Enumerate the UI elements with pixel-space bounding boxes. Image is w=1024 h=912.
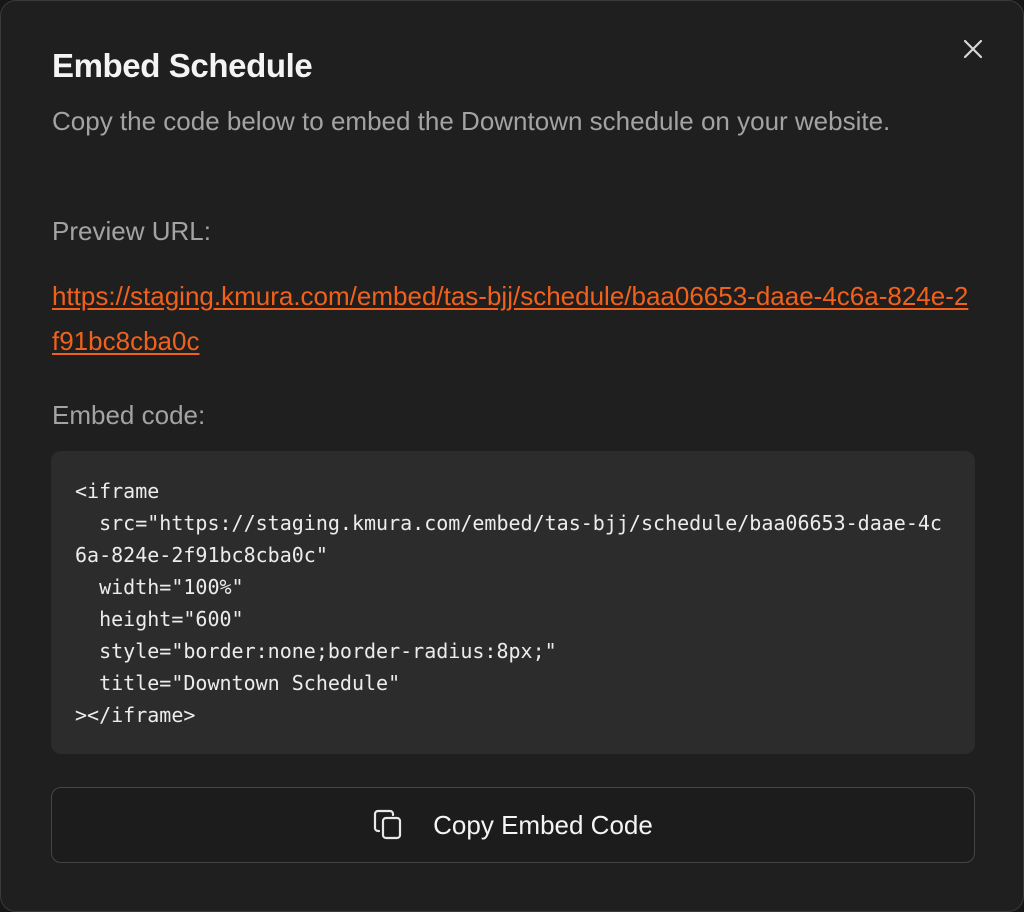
close-button[interactable] [957,33,989,65]
dialog-title: Embed Schedule [52,47,313,84]
copy-embed-code-button[interactable]: Copy Embed Code [51,787,975,863]
dialog-description: Copy the code below to embed the Downtow… [52,106,891,136]
copy-button-label: Copy Embed Code [433,809,653,840]
close-icon [963,39,983,59]
embed-code-label: Embed code: [52,400,206,430]
preview-url-link[interactable]: https://staging.kmura.com/embed/tas-bjj/… [52,274,972,364]
preview-url-label: Preview URL: [52,216,211,246]
copy-icon [373,809,403,841]
embed-code-block[interactable]: <iframe src="https://staging.kmura.com/e… [51,451,975,754]
embed-schedule-dialog: Embed Schedule Copy the code below to em… [0,0,1024,912]
embed-code-text: <iframe src="https://staging.kmura.com/e… [75,479,942,727]
